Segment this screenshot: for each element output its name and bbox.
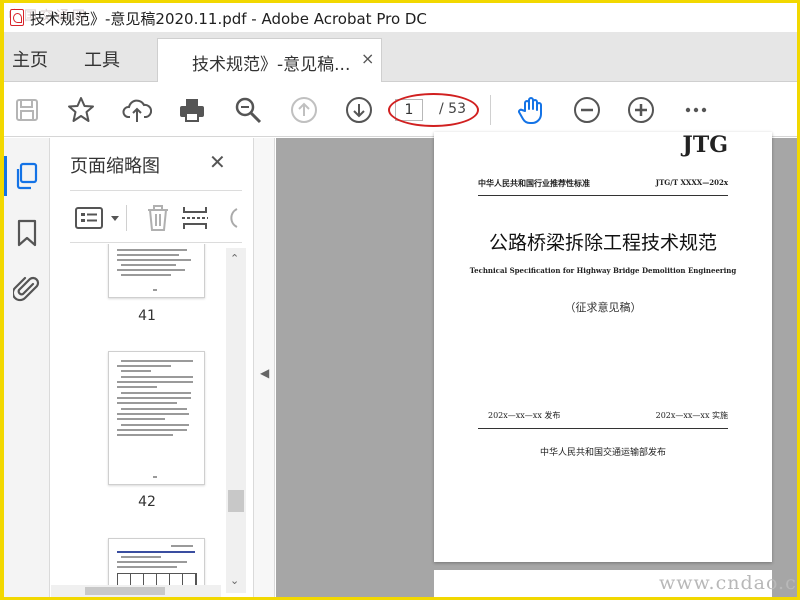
close-panel-button[interactable]: ✕ xyxy=(209,150,226,174)
toolbar: 1 / 53 xyxy=(4,83,797,137)
attachments-icon[interactable] xyxy=(13,274,41,304)
bookmark-star-icon[interactable] xyxy=(66,95,96,125)
standard-code: JTG/T XXXX—202x xyxy=(655,178,728,187)
page-thumbnails-icon[interactable] xyxy=(13,161,41,191)
page-up-icon[interactable] xyxy=(289,95,319,125)
page-thumbnail[interactable] xyxy=(108,351,205,485)
active-indicator xyxy=(4,156,7,196)
zoom-out-icon[interactable] xyxy=(572,95,602,125)
zoom-in-icon[interactable] xyxy=(626,95,656,125)
rotate-page-icon[interactable] xyxy=(225,205,239,231)
tab-home[interactable]: 主页 xyxy=(12,46,48,72)
document-subtitle: Technical Specification for Highway Brid… xyxy=(469,266,737,275)
standard-type: 中华人民共和国行业推荐性标准 xyxy=(478,179,590,188)
page-down-icon[interactable] xyxy=(344,95,374,125)
document-view[interactable]: JTG 中华人民共和国行业推荐性标准 JTG/T XXXX—202x 公路桥梁拆… xyxy=(276,132,797,597)
delete-page-icon[interactable] xyxy=(144,203,172,233)
thumbnail-horizontal-scrollbar[interactable] xyxy=(51,585,221,597)
title-bar: 中国交通网 技术规范》-意见稿2020.11.pdf - Adobe Acrob… xyxy=(4,3,797,32)
tab-bar: 主页 工具 技术规范》-意见稿... × xyxy=(4,32,797,82)
thumbnails-panel: 页面缩略图 ✕ 41 42 ⌃ ⌄ xyxy=(51,138,252,597)
print-icon[interactable] xyxy=(177,95,207,125)
site-watermark-bottom: www.cndao.com xyxy=(659,572,797,594)
collapse-arrow-icon[interactable]: ◀ xyxy=(260,366,269,380)
zoom-search-icon[interactable] xyxy=(233,95,263,125)
tab-tools[interactable]: 工具 xyxy=(84,46,120,72)
close-tab-button[interactable]: × xyxy=(361,49,374,68)
highlight-annotation xyxy=(388,93,479,127)
toolbar-separator xyxy=(490,95,491,125)
panel-toolbar xyxy=(70,190,242,243)
issue-date: 202x—xx—xx 发布 xyxy=(488,411,561,420)
pdf-page: JTG 中华人民共和国行业推荐性标准 JTG/T XXXX—202x 公路桥梁拆… xyxy=(434,132,772,562)
hand-tool-icon[interactable] xyxy=(516,95,546,125)
document-title: 公路桥梁拆除工程技术规范 xyxy=(488,232,717,254)
panel-toolbar-separator xyxy=(126,205,127,231)
panel-collapse-strip[interactable]: ◀ xyxy=(253,138,275,597)
bookmarks-icon[interactable] xyxy=(14,218,40,248)
footer-rule xyxy=(478,428,728,429)
jtg-mark: JTG xyxy=(682,132,728,158)
thumbnail-page-label: 42 xyxy=(138,494,156,510)
horizontal-scrollbar-thumb[interactable] xyxy=(85,587,165,595)
page-thumbnail[interactable] xyxy=(108,244,205,298)
window-title: 技术规范》-意见稿2020.11.pdf - Adobe Acrobat Pro… xyxy=(30,10,427,28)
more-icon[interactable] xyxy=(681,95,711,125)
cloud-upload-icon[interactable] xyxy=(122,95,152,125)
save-icon[interactable] xyxy=(12,95,42,125)
thumbnail-options-icon[interactable] xyxy=(74,205,126,231)
publisher: 中华人民共和国交通运输部发布 xyxy=(539,448,666,458)
tab-document[interactable]: 技术规范》-意见稿... × xyxy=(157,38,382,82)
extract-pages-icon[interactable] xyxy=(180,203,210,233)
implement-date: 202x—xx—xx 实施 xyxy=(655,411,728,420)
scroll-up-icon[interactable]: ⌃ xyxy=(230,252,239,265)
thumbnail-scrollbar[interactable]: ⌃ ⌄ xyxy=(226,248,246,593)
acrobat-window: 中国交通网 技术规范》-意见稿2020.11.pdf - Adobe Acrob… xyxy=(4,3,797,597)
panel-title: 页面缩略图 xyxy=(70,156,160,177)
tab-document-label: 技术规范》-意见稿... xyxy=(192,55,351,75)
thumbnail-page-label: 41 xyxy=(138,308,156,324)
draft-label: （征求意见稿） xyxy=(564,301,642,314)
header-rule xyxy=(478,195,728,196)
left-navigation-rail xyxy=(4,138,50,597)
thumbnail-list: 41 42 xyxy=(70,244,224,593)
scroll-down-icon[interactable]: ⌄ xyxy=(230,574,239,587)
scrollbar-thumb[interactable] xyxy=(228,490,244,512)
acrobat-app-icon xyxy=(10,9,24,26)
